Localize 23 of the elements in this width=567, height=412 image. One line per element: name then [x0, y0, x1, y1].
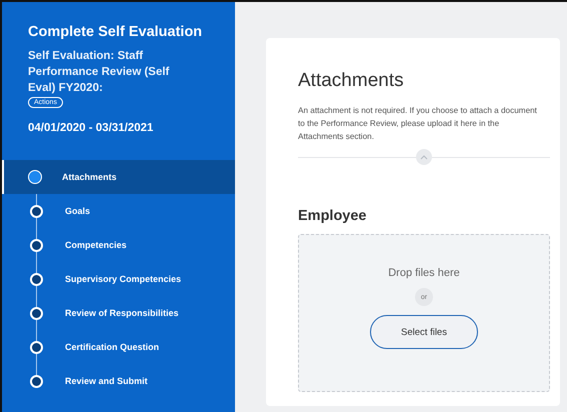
review-title: Self Evaluation: Staff Performance Review (Self Eval) FY2020:	[28, 49, 170, 96]
step-circle-icon	[30, 340, 43, 354]
step-item[interactable]: Review of Responsibilities	[2, 296, 235, 330]
drop-text: Drop files here	[388, 267, 460, 279]
section-heading: Employee	[298, 208, 368, 224]
step-item[interactable]: Certification Question	[2, 330, 235, 364]
page-title: Complete Self Evaluation	[28, 24, 204, 40]
step-item[interactable]: Attachments	[2, 160, 235, 194]
step-item[interactable]: Competencies	[2, 228, 235, 262]
step-circle-icon	[28, 170, 42, 184]
step-item[interactable]: Goals	[2, 194, 235, 228]
date-range: 04/01/2020 - 03/31/2021	[28, 122, 154, 134]
description-text: An attachment is not required. If you choose to attach a document to the Performance Review, please upload it here in the Attachments section.	[298, 105, 538, 143]
section-heading: Attachments	[298, 70, 405, 92]
collapse-icon[interactable]	[416, 149, 432, 165]
step-circle-icon	[30, 306, 43, 320]
step-circle-icon	[30, 238, 43, 252]
step-circle-icon	[30, 374, 43, 388]
step-item[interactable]: Supervisory Competencies	[2, 262, 235, 296]
step-item[interactable]: Review and Submit	[2, 364, 235, 398]
step-circle-icon	[30, 272, 43, 286]
select-files-button[interactable]: Select files	[370, 315, 478, 349]
step-circle-icon	[30, 204, 43, 218]
